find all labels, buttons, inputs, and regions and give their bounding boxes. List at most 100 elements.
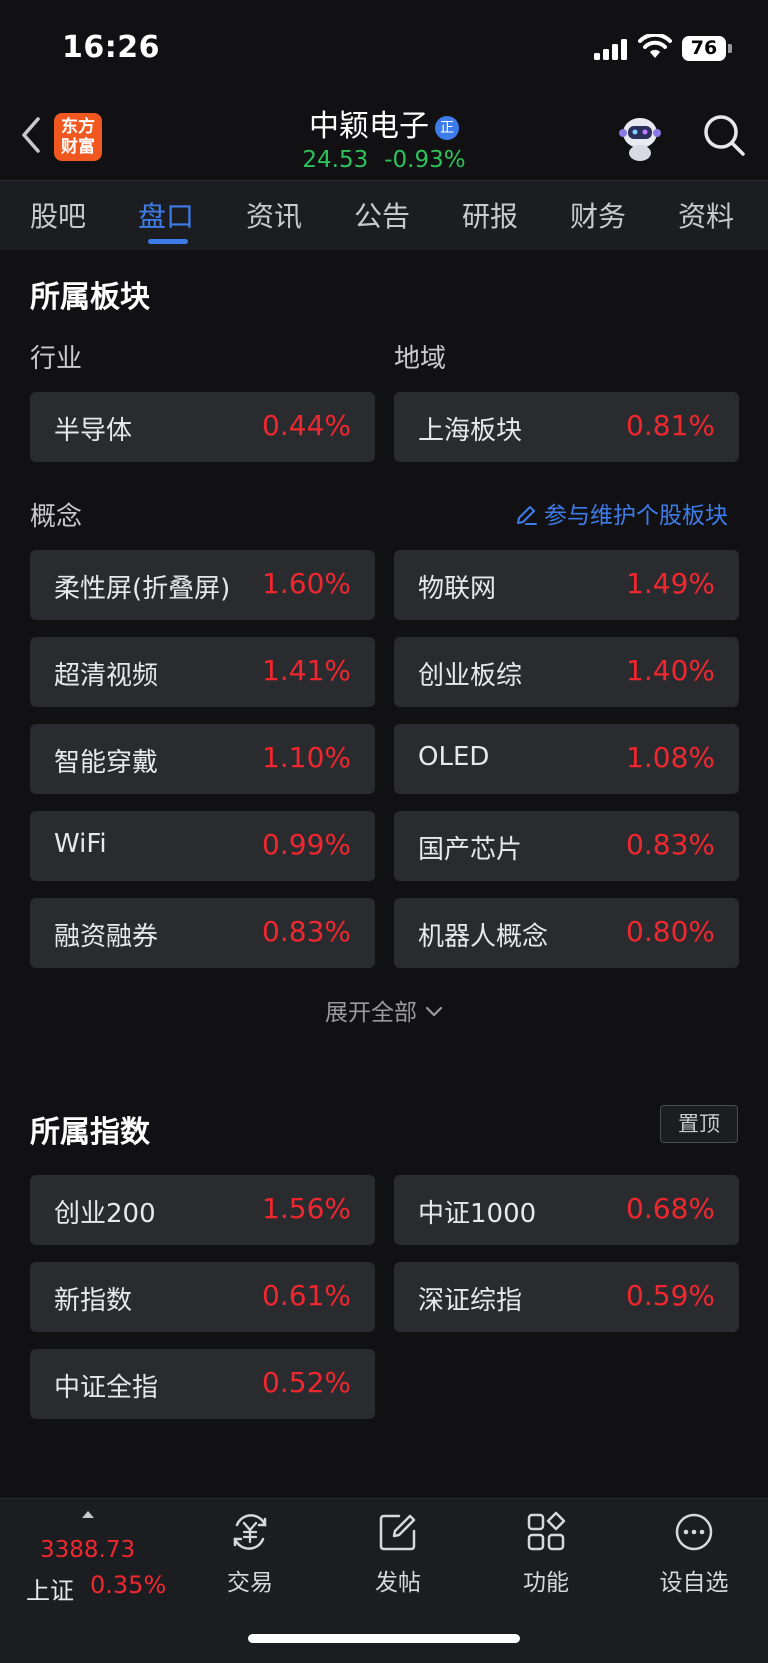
concept-card[interactable]: 智能穿戴 1.10% — [30, 724, 375, 794]
concept-card[interactable]: OLED 1.08% — [394, 724, 739, 794]
grid-functions-icon — [527, 1511, 566, 1551]
active-tab-indicator — [148, 239, 188, 244]
home-indicator[interactable] — [248, 1634, 520, 1643]
concept-change: 1.40% — [626, 654, 715, 687]
market-index-name: 上证 — [26, 1577, 74, 1605]
stock-name: 中颖电子 — [309, 109, 429, 144]
ai-assistant-robot-icon[interactable] — [614, 111, 666, 163]
concept-change: 0.83% — [262, 915, 351, 948]
concept-card[interactable]: 融资融券 0.83% — [30, 898, 375, 968]
index-name: 中证全指 — [54, 1373, 159, 1403]
concept-name: 柔性屏(折叠屏) — [54, 574, 231, 604]
index-name: 深证综指 — [418, 1286, 523, 1316]
nav-label: 交易 — [227, 1570, 273, 1596]
battery-indicator: 76 — [682, 36, 726, 61]
yuan-exchange-icon — [233, 1514, 267, 1550]
concept-card[interactable]: 超清视频 1.41% — [30, 637, 375, 707]
stock-price: 24.53 — [302, 147, 369, 173]
index-card[interactable]: 创业200 1.56% — [30, 1175, 375, 1245]
expand-all-label: 展开全部 — [325, 1000, 417, 1026]
concept-change: 1.60% — [262, 567, 351, 600]
concept-name: WiFi — [54, 829, 107, 859]
battery-nub — [728, 44, 732, 53]
industry-label: 行业 — [30, 344, 83, 374]
wifi-icon — [638, 34, 672, 58]
concept-name: 融资融券 — [54, 922, 159, 952]
pin-to-top-button[interactable]: 置顶 — [660, 1105, 738, 1143]
index-name: 新指数 — [54, 1286, 133, 1316]
nav-label: 发帖 — [375, 1570, 421, 1596]
search-icon[interactable] — [702, 113, 746, 157]
concept-name: 创业板综 — [418, 661, 523, 691]
region-card[interactable]: 上海板块 0.81% — [394, 392, 739, 462]
chevron-down-icon — [425, 1006, 443, 1017]
sector-name: 半导体 — [54, 416, 133, 446]
sectors-title: 所属板块 — [30, 280, 150, 315]
nav-trade[interactable]: 交易 — [200, 1511, 300, 1597]
nav-add-watchlist[interactable]: 设自选 — [644, 1511, 744, 1597]
stock-change: -0.93% — [384, 147, 466, 173]
index-card[interactable]: 深证综指 0.59% — [394, 1262, 739, 1332]
tab-profile[interactable]: 资料 — [678, 195, 734, 235]
market-index-value: 3388.73 — [40, 1537, 136, 1563]
concept-change: 1.10% — [262, 741, 351, 774]
concept-name: 物联网 — [418, 574, 497, 604]
index-change: 0.59% — [626, 1279, 715, 1312]
index-change: 0.52% — [262, 1366, 351, 1399]
status-bar: 16:26 76 — [0, 0, 768, 95]
concept-name: 智能穿戴 — [54, 748, 159, 778]
edit-post-icon — [379, 1514, 416, 1551]
tab-financials[interactable]: 财务 — [570, 195, 626, 235]
index-card[interactable]: 中证全指 0.52% — [30, 1349, 375, 1419]
expand-all-button[interactable]: 展开全部 — [0, 993, 768, 1027]
concept-change: 0.80% — [626, 915, 715, 948]
tab-bar: 股吧 盘口 资讯 公告 研报 财务 资料 — [0, 180, 768, 250]
tab-news[interactable]: 资讯 — [246, 195, 302, 235]
concept-name: 机器人概念 — [418, 922, 549, 952]
concept-card[interactable]: 物联网 1.49% — [394, 550, 739, 620]
maintain-sectors-link[interactable]: 参与维护个股板块 — [514, 496, 728, 530]
index-change: 0.61% — [262, 1279, 351, 1312]
concept-label: 概念 — [30, 502, 83, 532]
concept-change: 0.99% — [262, 828, 351, 861]
index-change: 0.68% — [626, 1192, 715, 1225]
caret-up-icon — [82, 1511, 94, 1518]
concept-card[interactable]: 创业板综 1.40% — [394, 637, 739, 707]
concept-change: 1.08% — [626, 741, 715, 774]
nav-functions[interactable]: 功能 — [496, 1511, 596, 1597]
cellular-signal-icon — [594, 38, 628, 60]
index-card[interactable]: 中证1000 0.68% — [394, 1175, 739, 1245]
concept-card[interactable]: 国产芯片 0.83% — [394, 811, 739, 881]
status-time: 16:26 — [62, 30, 160, 65]
more-circle-icon — [675, 1513, 713, 1551]
index-card[interactable]: 新指数 0.61% — [30, 1262, 375, 1332]
sector-name: 上海板块 — [418, 416, 523, 446]
market-index-change: 0.35% — [90, 1571, 167, 1599]
nav-post[interactable]: 发帖 — [348, 1511, 448, 1597]
concept-name: 超清视频 — [54, 661, 159, 691]
tab-guba[interactable]: 股吧 — [30, 195, 86, 235]
concept-card[interactable]: 机器人概念 0.80% — [394, 898, 739, 968]
index-name: 创业200 — [54, 1199, 156, 1229]
concept-card[interactable]: 柔性屏(折叠屏) 1.60% — [30, 550, 375, 620]
pencil-icon — [517, 506, 537, 525]
verified-badge: 正 — [435, 116, 459, 140]
industry-card[interactable]: 半导体 0.44% — [30, 392, 375, 462]
maintain-link-label: 参与维护个股板块 — [544, 503, 728, 529]
tab-research[interactable]: 研报 — [462, 195, 518, 235]
concept-change: 1.49% — [626, 567, 715, 600]
nav-label: 设自选 — [659, 1570, 729, 1596]
nav-label: 功能 — [523, 1570, 569, 1596]
tab-pankou[interactable]: 盘口 — [138, 195, 194, 235]
index-change: 1.56% — [262, 1192, 351, 1225]
indices-title: 所属指数 — [30, 1115, 150, 1150]
region-label: 地域 — [394, 344, 447, 374]
stock-header: 东方 财富 中颖电子正 24.53 -0.93% — [0, 95, 768, 180]
sector-change: 0.81% — [626, 409, 715, 442]
concept-name: 国产芯片 — [418, 835, 523, 865]
concept-change: 0.83% — [626, 828, 715, 861]
concept-name: OLED — [418, 742, 490, 772]
tab-announcements[interactable]: 公告 — [354, 195, 410, 235]
sector-change: 0.44% — [262, 409, 351, 442]
concept-card[interactable]: WiFi 0.99% — [30, 811, 375, 881]
